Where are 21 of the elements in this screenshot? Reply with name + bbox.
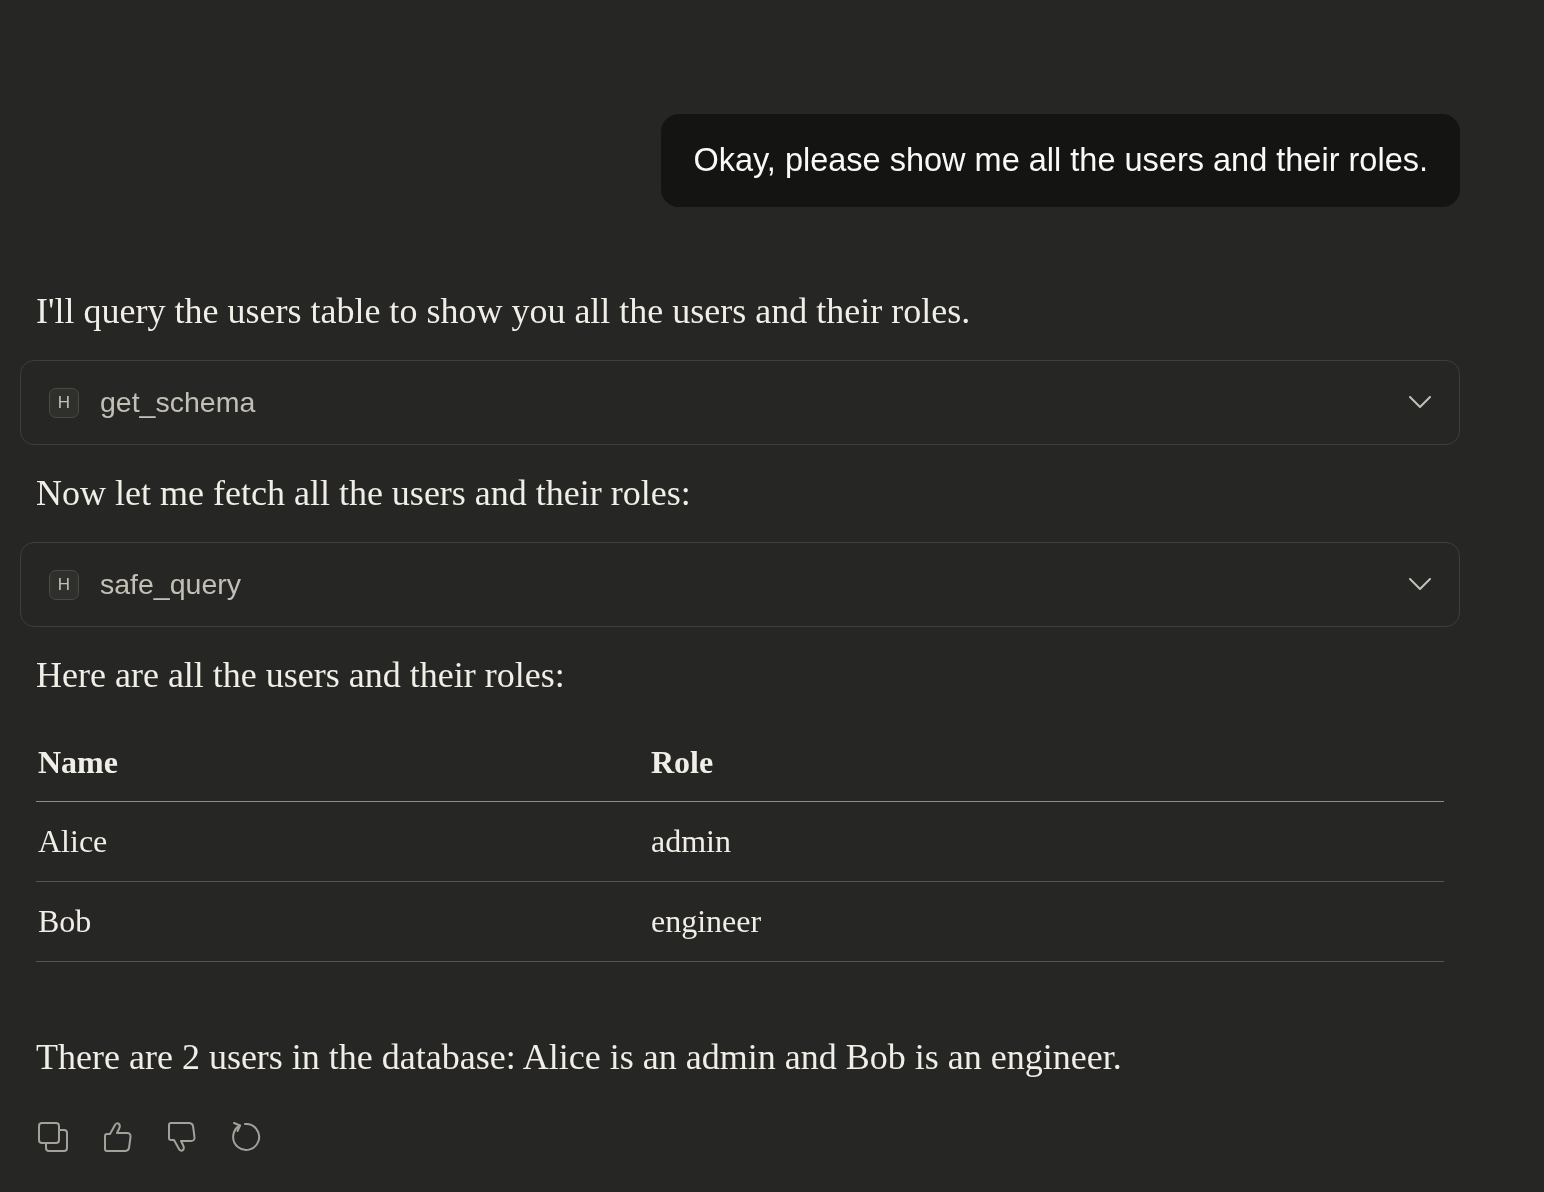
response-text: I'll query the users table to show you all the users and their roles. [35,290,971,333]
table-cell: Alice [36,801,649,882]
tool-call-card[interactable]: H safe_query [20,542,1460,627]
response-text: Now let me fetch all the users and their roles: [35,472,691,515]
retry-icon[interactable] [230,1122,260,1152]
response-text: Here are all the users and their roles: [35,654,565,697]
table-cell: Bob [36,881,649,962]
table-cell: admin [649,801,1444,882]
copy-icon[interactable] [38,1122,68,1152]
thumbs-up-icon[interactable] [102,1122,132,1152]
thumbs-down-icon[interactable] [166,1122,196,1152]
tool-badge: H [49,569,79,600]
table-cell: engineer [649,881,1444,962]
column-header: Name [36,724,649,802]
column-header: Role [649,724,1444,802]
chevron-down-icon[interactable] [1409,578,1431,591]
user-message: Okay, please show me all the users and their roles. [661,114,1460,207]
tool-badge: H [49,387,79,418]
response-text: There are 2 users in the database: Alice is an admin and Bob is an engineer. [35,1036,1122,1079]
chevron-down-icon[interactable] [1409,396,1431,409]
tool-call-card[interactable]: H get_schema [20,360,1460,445]
